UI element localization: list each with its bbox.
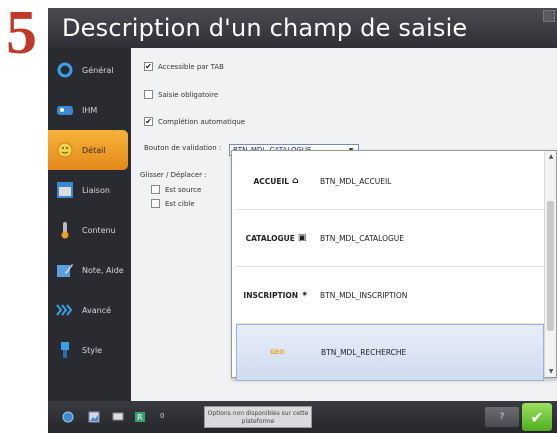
glisser-label: Glisser / Déplacer : [140,171,207,179]
sidebar-item-label: Note, Aide [82,265,124,275]
ihm-icon [56,101,74,119]
glisser-label-row: Glisser / Déplacer : [140,171,207,179]
dropdown-option-inscription[interactable]: INSCRIPTION ✴ BTN_MDL_INSCRIPTION [236,267,544,324]
dropdown-option-catalogue[interactable]: CATALOGUE ▣ BTN_MDL_CATALOGUE [236,210,544,267]
bouton-validation-row: Bouton de validation : [144,144,221,152]
chevron-up-icon[interactable]: ▲ [545,153,557,160]
completion-auto-label: Complétion automatique [158,117,246,126]
brush-icon [56,341,74,359]
dropdown-option-label: BTN_MDL_ACCUEIL [320,176,392,186]
count-label: 0 [160,412,165,420]
sidebar-item-avance[interactable]: Avancé [48,290,128,330]
saisie-obligatoire-checkbox[interactable]: Saisie obligatoire [144,90,218,99]
validation-dropdown-list: ACCUEIL ⌂ BTN_MDL_ACCUEIL CATALOGUE ▣ BT… [231,150,557,381]
globe-icon[interactable] [62,411,74,423]
accessible-tab-label: Accessible par TAB [158,62,224,71]
catalogue-image: CATALOGUE ▣ [245,233,307,243]
checkbox-unchecked-icon [144,90,153,99]
sidebar-item-liaison[interactable]: Liaison [48,170,128,210]
checkbox-unchecked-icon [151,199,160,208]
titlebar: Description d'un champ de saisie [48,8,557,48]
window-title: Description d'un champ de saisie [62,14,468,42]
checkmark-icon: ✔ [530,407,544,427]
code-icon[interactable]: R [134,411,146,423]
checkbox-checked-icon: ✔ [144,61,153,71]
circle-icon [56,61,74,79]
window-icon [56,181,74,199]
dropdown-option-label: BTN_MDL_CATALOGUE [320,233,405,243]
recherche-image: GEO [269,349,285,356]
accessible-tab-checkbox[interactable]: ✔ Accessible par TAB [144,62,224,71]
accueil-image: ACCUEIL ⌂ [253,176,299,186]
est-cible-label: Est cible [165,199,195,208]
scroll-thumb[interactable] [547,201,554,331]
checkbox-unchecked-icon [151,185,160,194]
inscription-image: INSCRIPTION ✴ [243,290,309,300]
est-source-checkbox[interactable]: Est source [151,185,201,194]
question-icon: ? [499,412,505,422]
dropdown-option-accueil[interactable]: ACCUEIL ⌂ BTN_MDL_ACCUEIL [236,153,544,210]
sidebar-item-label: Liaison [82,185,110,195]
step-number: 5 [6,0,37,67]
smiley-icon [56,141,74,159]
sidebar: Général IHM Détail Liaison Contenu Note,… [48,48,128,401]
sidebar-item-note-aide[interactable]: Note, Aide [48,250,128,290]
screen-icon[interactable] [112,411,124,423]
chevron-down-icon[interactable]: ▼ [545,368,557,375]
sidebar-item-detail[interactable]: Détail [48,130,128,170]
dropdown-option-label: BTN_MDL_RECHERCHE [321,348,407,357]
home-icon: ⌂ [292,176,299,186]
sidebar-item-label: Contenu [82,225,116,235]
dropdown-scrollbar[interactable]: ▲ ▼ [544,151,556,377]
help-button[interactable]: ? [485,407,519,427]
thermometer-icon [56,221,74,239]
sidebar-item-label: Détail [82,145,106,155]
dropdown-option-recherche[interactable]: GEO BTN_MDL_RECHERCHE [236,324,544,381]
bouton-validation-label: Bouton de validation : [144,144,222,152]
sidebar-item-style[interactable]: Style [48,330,128,370]
image-icon[interactable] [88,411,100,423]
sidebar-item-contenu[interactable]: Contenu [48,210,128,250]
ok-button[interactable]: ✔ [522,403,552,431]
book-icon: ▣ [297,233,307,243]
platform-message: Options non disponibles sur cette platef… [204,406,312,428]
sidebar-item-label: Avancé [82,305,112,315]
dropdown-option-label: BTN_MDL_INSCRIPTION [320,290,408,300]
sidebar-item-label: Général [82,65,114,75]
est-source-label: Est source [165,185,202,194]
svg-text:R: R [137,413,143,422]
checkbox-checked-icon: ✔ [144,116,153,126]
pin-icon: ✴ [301,290,309,300]
bottom-toolbar: R 0 Options non disponibles sur cette pl… [48,401,557,433]
sidebar-item-ihm[interactable]: IHM [48,90,128,130]
est-cible-checkbox[interactable]: Est cible [151,199,195,208]
chevrons-icon [56,301,74,319]
close-icon[interactable] [543,10,555,22]
saisie-obligatoire-label: Saisie obligatoire [158,90,219,99]
sidebar-item-label: IHM [82,105,98,115]
completion-auto-checkbox[interactable]: ✔ Complétion automatique [144,117,245,126]
sidebar-item-general[interactable]: Général [48,50,128,90]
note-icon [56,261,74,279]
sidebar-item-label: Style [82,345,103,355]
